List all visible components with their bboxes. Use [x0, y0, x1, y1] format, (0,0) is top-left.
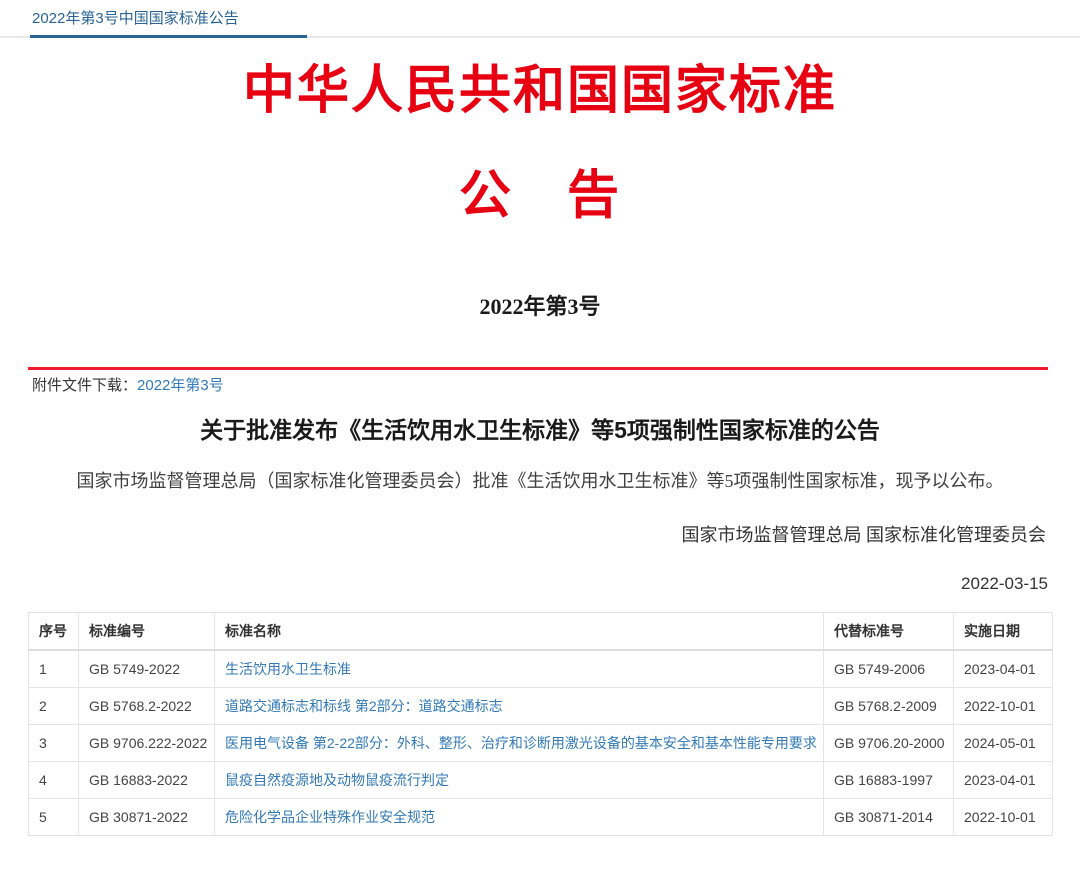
cell-code: GB 5749-2022	[79, 650, 215, 688]
cell-code: GB 5768.2-2022	[79, 688, 215, 725]
issue-number: 2022年第3号	[0, 289, 1080, 321]
cell-name: 危险化学品企业特殊作业安全规范	[215, 799, 824, 836]
table-row: 1 GB 5749-2022 生活饮用水卫生标准 GB 5749-2006 20…	[29, 650, 1053, 688]
red-divider	[28, 367, 1048, 370]
cell-no: 3	[29, 725, 79, 762]
document-masthead: 中华人民共和国国家标准 公 告 2022年第3号	[0, 66, 1080, 321]
standards-table: 序号 标准编号 标准名称 代替标准号 实施日期 1 GB 5749-2022 生…	[28, 612, 1053, 836]
cell-effective: 2024-05-01	[954, 725, 1053, 762]
issue-date: 2022-03-15	[0, 574, 1048, 594]
standard-name-link[interactable]: 医用电气设备 第2-22部分：外科、整形、治疗和诊断用激光设备的基本安全和基本性…	[225, 735, 817, 751]
cell-name: 医用电气设备 第2-22部分：外科、整形、治疗和诊断用激光设备的基本安全和基本性…	[215, 725, 824, 762]
column-header-replaces: 代替标准号	[824, 613, 954, 651]
column-header-code: 标准编号	[79, 613, 215, 651]
table-row: 4 GB 16883-2022 鼠疫自然疫源地及动物鼠疫流行判定 GB 1688…	[29, 762, 1053, 799]
cell-replaces: GB 5749-2006	[824, 650, 954, 688]
cell-no: 4	[29, 762, 79, 799]
standard-name-link[interactable]: 危险化学品企业特殊作业安全规范	[225, 809, 435, 825]
announcement-title: 关于批准发布《生活饮用水卫生标准》等5项强制性国家标准的公告	[0, 411, 1080, 445]
issuing-agencies: 国家市场监督管理总局 国家标准化管理委员会	[0, 521, 1046, 547]
cell-replaces: GB 30871-2014	[824, 799, 954, 836]
standard-name-link[interactable]: 道路交通标志和标线 第2部分：道路交通标志	[225, 698, 503, 714]
cell-name: 道路交通标志和标线 第2部分：道路交通标志	[215, 688, 824, 725]
cell-effective: 2023-04-01	[954, 762, 1053, 799]
cell-code: GB 9706.222-2022	[79, 725, 215, 762]
tab-bar: 2022年第3号中国国家标准公告	[0, 0, 1080, 38]
cell-effective: 2023-04-01	[954, 650, 1053, 688]
table-row: 2 GB 5768.2-2022 道路交通标志和标线 第2部分：道路交通标志 G…	[29, 688, 1053, 725]
attachment-link[interactable]: 2022年第3号	[137, 377, 224, 394]
attachment-label: 附件文件下载：	[32, 377, 137, 394]
cell-no: 2	[29, 688, 79, 725]
announcement-page: 2022年第3号中国国家标准公告 中华人民共和国国家标准 公 告 2022年第3…	[0, 0, 1080, 872]
cell-effective: 2022-10-01	[954, 799, 1053, 836]
column-header-no: 序号	[29, 613, 79, 651]
cell-name: 生活饮用水卫生标准	[215, 650, 824, 688]
standard-name-link[interactable]: 生活饮用水卫生标准	[225, 661, 351, 677]
cell-replaces: GB 5768.2-2009	[824, 688, 954, 725]
cell-code: GB 30871-2022	[79, 799, 215, 836]
column-header-effective: 实施日期	[954, 613, 1053, 651]
table-row: 3 GB 9706.222-2022 医用电气设备 第2-22部分：外科、整形、…	[29, 725, 1053, 762]
tab-standard-announcement[interactable]: 2022年第3号中国国家标准公告	[30, 7, 307, 38]
masthead-title: 中华人民共和国国家标准	[0, 66, 1080, 118]
attachment-row: 附件文件下载：2022年第3号	[32, 374, 1080, 395]
cell-no: 5	[29, 799, 79, 836]
cell-no: 1	[29, 650, 79, 688]
body-paragraph: 国家市场监督管理总局（国家标准化管理委员会）批准《生活饮用水卫生标准》等5项强制…	[34, 467, 1046, 493]
cell-replaces: GB 9706.20-2000	[824, 725, 954, 762]
cell-name: 鼠疫自然疫源地及动物鼠疫流行判定	[215, 762, 824, 799]
table-header-row: 序号 标准编号 标准名称 代替标准号 实施日期	[29, 613, 1053, 651]
cell-replaces: GB 16883-1997	[824, 762, 954, 799]
masthead-subtitle: 公 告	[0, 171, 1080, 223]
cell-code: GB 16883-2022	[79, 762, 215, 799]
standard-name-link[interactable]: 鼠疫自然疫源地及动物鼠疫流行判定	[225, 772, 449, 788]
cell-effective: 2022-10-01	[954, 688, 1053, 725]
table-row: 5 GB 30871-2022 危险化学品企业特殊作业安全规范 GB 30871…	[29, 799, 1053, 836]
column-header-name: 标准名称	[215, 613, 824, 651]
